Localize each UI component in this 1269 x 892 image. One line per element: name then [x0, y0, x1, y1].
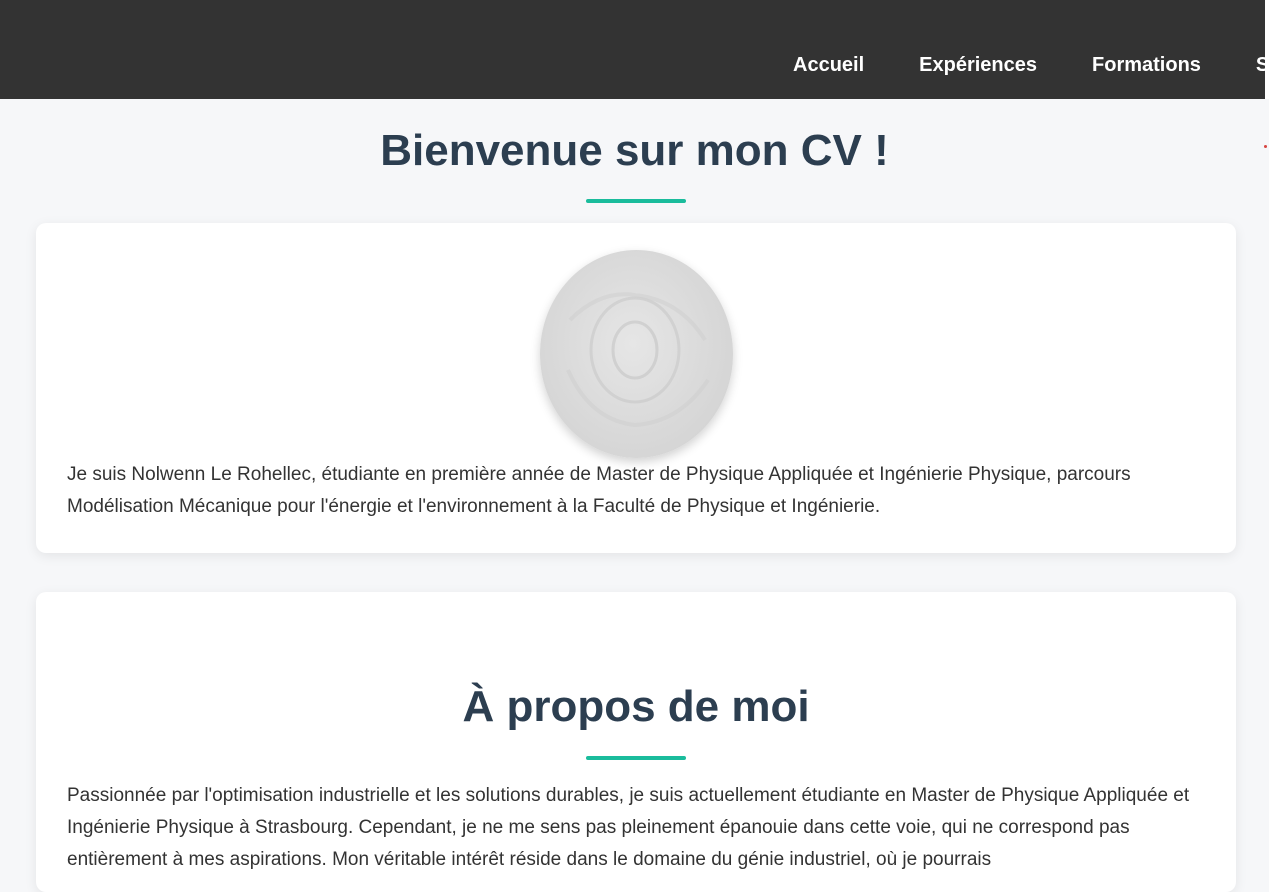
title-underline — [586, 199, 686, 203]
profile-photo-texture — [566, 292, 710, 428]
profile-photo — [540, 250, 733, 458]
nav-edge-strip — [1265, 0, 1269, 99]
main-nav: Accueil Expériences Formations S — [793, 52, 1269, 78]
about-title-underline — [586, 756, 686, 760]
page-title: Bienvenue sur mon CV ! — [380, 126, 889, 175]
top-navbar: Accueil Expériences Formations S — [0, 0, 1269, 99]
nav-link-accueil[interactable]: Accueil — [793, 52, 864, 78]
about-card: À propos de moi Passionnée par l'optimis… — [36, 592, 1236, 892]
about-text: Passionnée par l'optimisation industriel… — [67, 785, 1190, 870]
nav-link-experiences[interactable]: Expériences — [919, 52, 1037, 78]
about-title: À propos de moi — [462, 682, 810, 731]
intro-card: Je suis Nolwenn Le Rohellec, étudiante e… — [36, 223, 1236, 553]
nav-link-formations[interactable]: Formations — [1092, 52, 1201, 78]
intro-text: Je suis Nolwenn Le Rohellec, étudiante e… — [67, 464, 1131, 517]
